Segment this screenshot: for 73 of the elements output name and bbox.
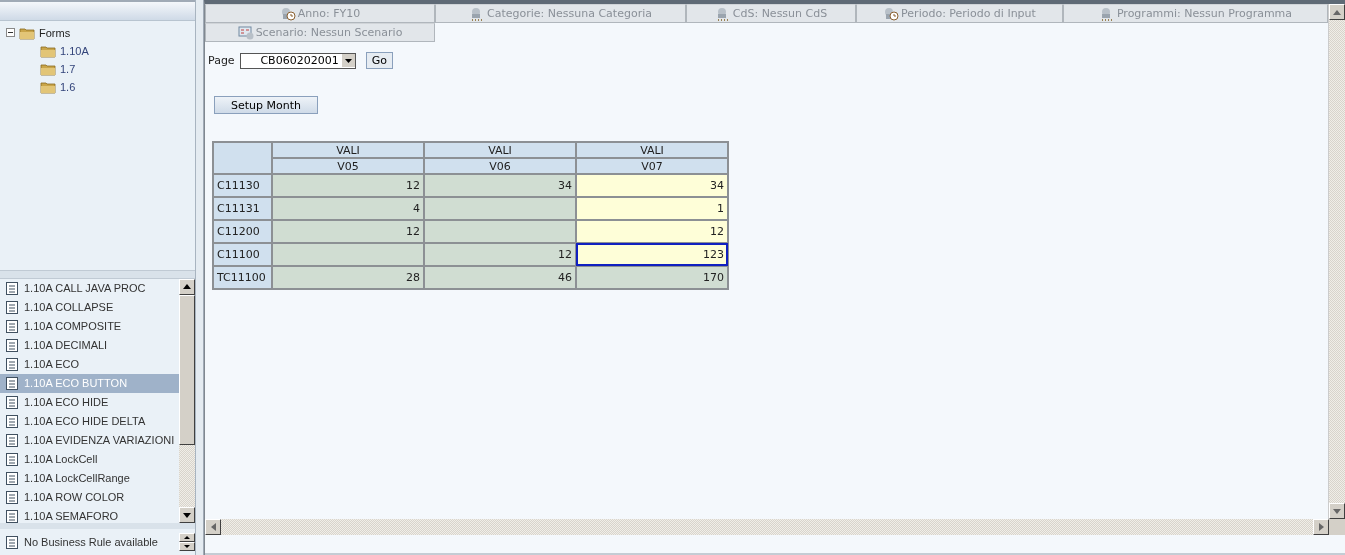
row-header: C11131 [213,197,272,220]
form-list-item[interactable]: 1.10A ECO HIDE [0,393,180,412]
row-header: C11130 [213,174,272,197]
scrollbar-corner [1329,519,1345,535]
form-list-item[interactable]: 1.10A LockCellRange [0,469,180,488]
document-icon [6,301,18,314]
member-clock-icon [279,6,296,21]
row-header: C11100 [213,243,272,266]
grid-cell: 4 [272,197,424,220]
down-arrow-icon[interactable] [184,545,191,549]
tree-item[interactable]: 1.6 [60,80,76,93]
row-header: TC11100 [213,266,272,289]
form-list-item[interactable]: 1.10A LockCell [0,450,180,469]
document-icon [6,415,18,428]
grid-cell[interactable]: 34 [576,174,728,197]
document-icon [6,453,18,466]
header-corner [213,142,272,174]
tree-item[interactable]: 1.7 [60,62,76,75]
row-header: C11200 [213,220,272,243]
grid-cell[interactable]: 12 [576,220,728,243]
calendar-icon [237,25,254,40]
document-icon [6,358,18,371]
spin-buttons[interactable] [179,533,196,552]
document-icon [6,320,18,333]
grid-cell: 170 [576,266,728,289]
grid-cell: 12 [272,174,424,197]
document-icon [6,434,18,447]
form-list-item[interactable]: 1.10A ROW COLOR [0,488,180,507]
folder-icon [19,25,35,40]
grid-cell: 12 [424,243,576,266]
form-list-item[interactable]: 1.10A COLLAPSE [0,298,180,317]
tree-item[interactable]: 1.10A [60,44,89,57]
business-rule-item[interactable]: No Business Rule available [24,536,158,549]
member-clock-icon [883,6,900,21]
form-list-item[interactable]: 1.10A COMPOSITE [0,317,180,336]
form-list-item[interactable]: 1.10A ECO HIDE DELTA [0,412,180,431]
form-list-item[interactable]: 1.10A SEMAFORO [0,507,180,524]
column-header: VALI [272,142,424,158]
go-button[interactable]: Go [365,52,393,69]
left-arrow-icon[interactable] [210,523,216,531]
document-icon [6,396,18,409]
up-arrow-icon[interactable] [184,536,191,540]
page-dropdown[interactable]: CB060202001 [239,52,356,69]
form-list-item[interactable]: 1.10A EVIDENZA VARIAZIONI [0,431,180,450]
caret-icon[interactable] [344,58,352,63]
down-arrow-icon[interactable] [183,512,192,518]
document-icon [6,339,18,352]
folder-icon [40,61,56,76]
document-icon [6,535,18,549]
document-icon [6,377,18,390]
setup-month-button[interactable]: Setup Month [214,96,318,114]
tree-item[interactable]: Forms [39,26,71,39]
grid-cell: 34 [424,174,576,197]
page-label: Page [208,54,235,67]
grid-cell[interactable]: 1 [576,197,728,220]
column-header: VALI [576,142,728,158]
grid-cell: 12 [272,220,424,243]
grid-cell: 46 [424,266,576,289]
form-list-item[interactable]: 1.10A ECO [0,355,180,374]
form-list-item[interactable]: 1.10A DECIMALI [0,336,180,355]
document-icon [6,472,18,485]
up-arrow-icon[interactable] [183,284,192,290]
grid-cell[interactable]: 123 [576,243,728,266]
document-icon [6,282,18,295]
form-list-item[interactable]: 1.10A CALL JAVA PROC [0,279,180,298]
document-icon [6,491,18,504]
collapse-toggle[interactable] [6,28,15,38]
column-header: VALI [424,142,576,158]
document-icon [6,510,18,523]
folder-icon [40,43,56,58]
right-arrow-icon[interactable] [1318,523,1324,531]
grid-cell: 28 [272,266,424,289]
folder-icon [40,79,56,94]
